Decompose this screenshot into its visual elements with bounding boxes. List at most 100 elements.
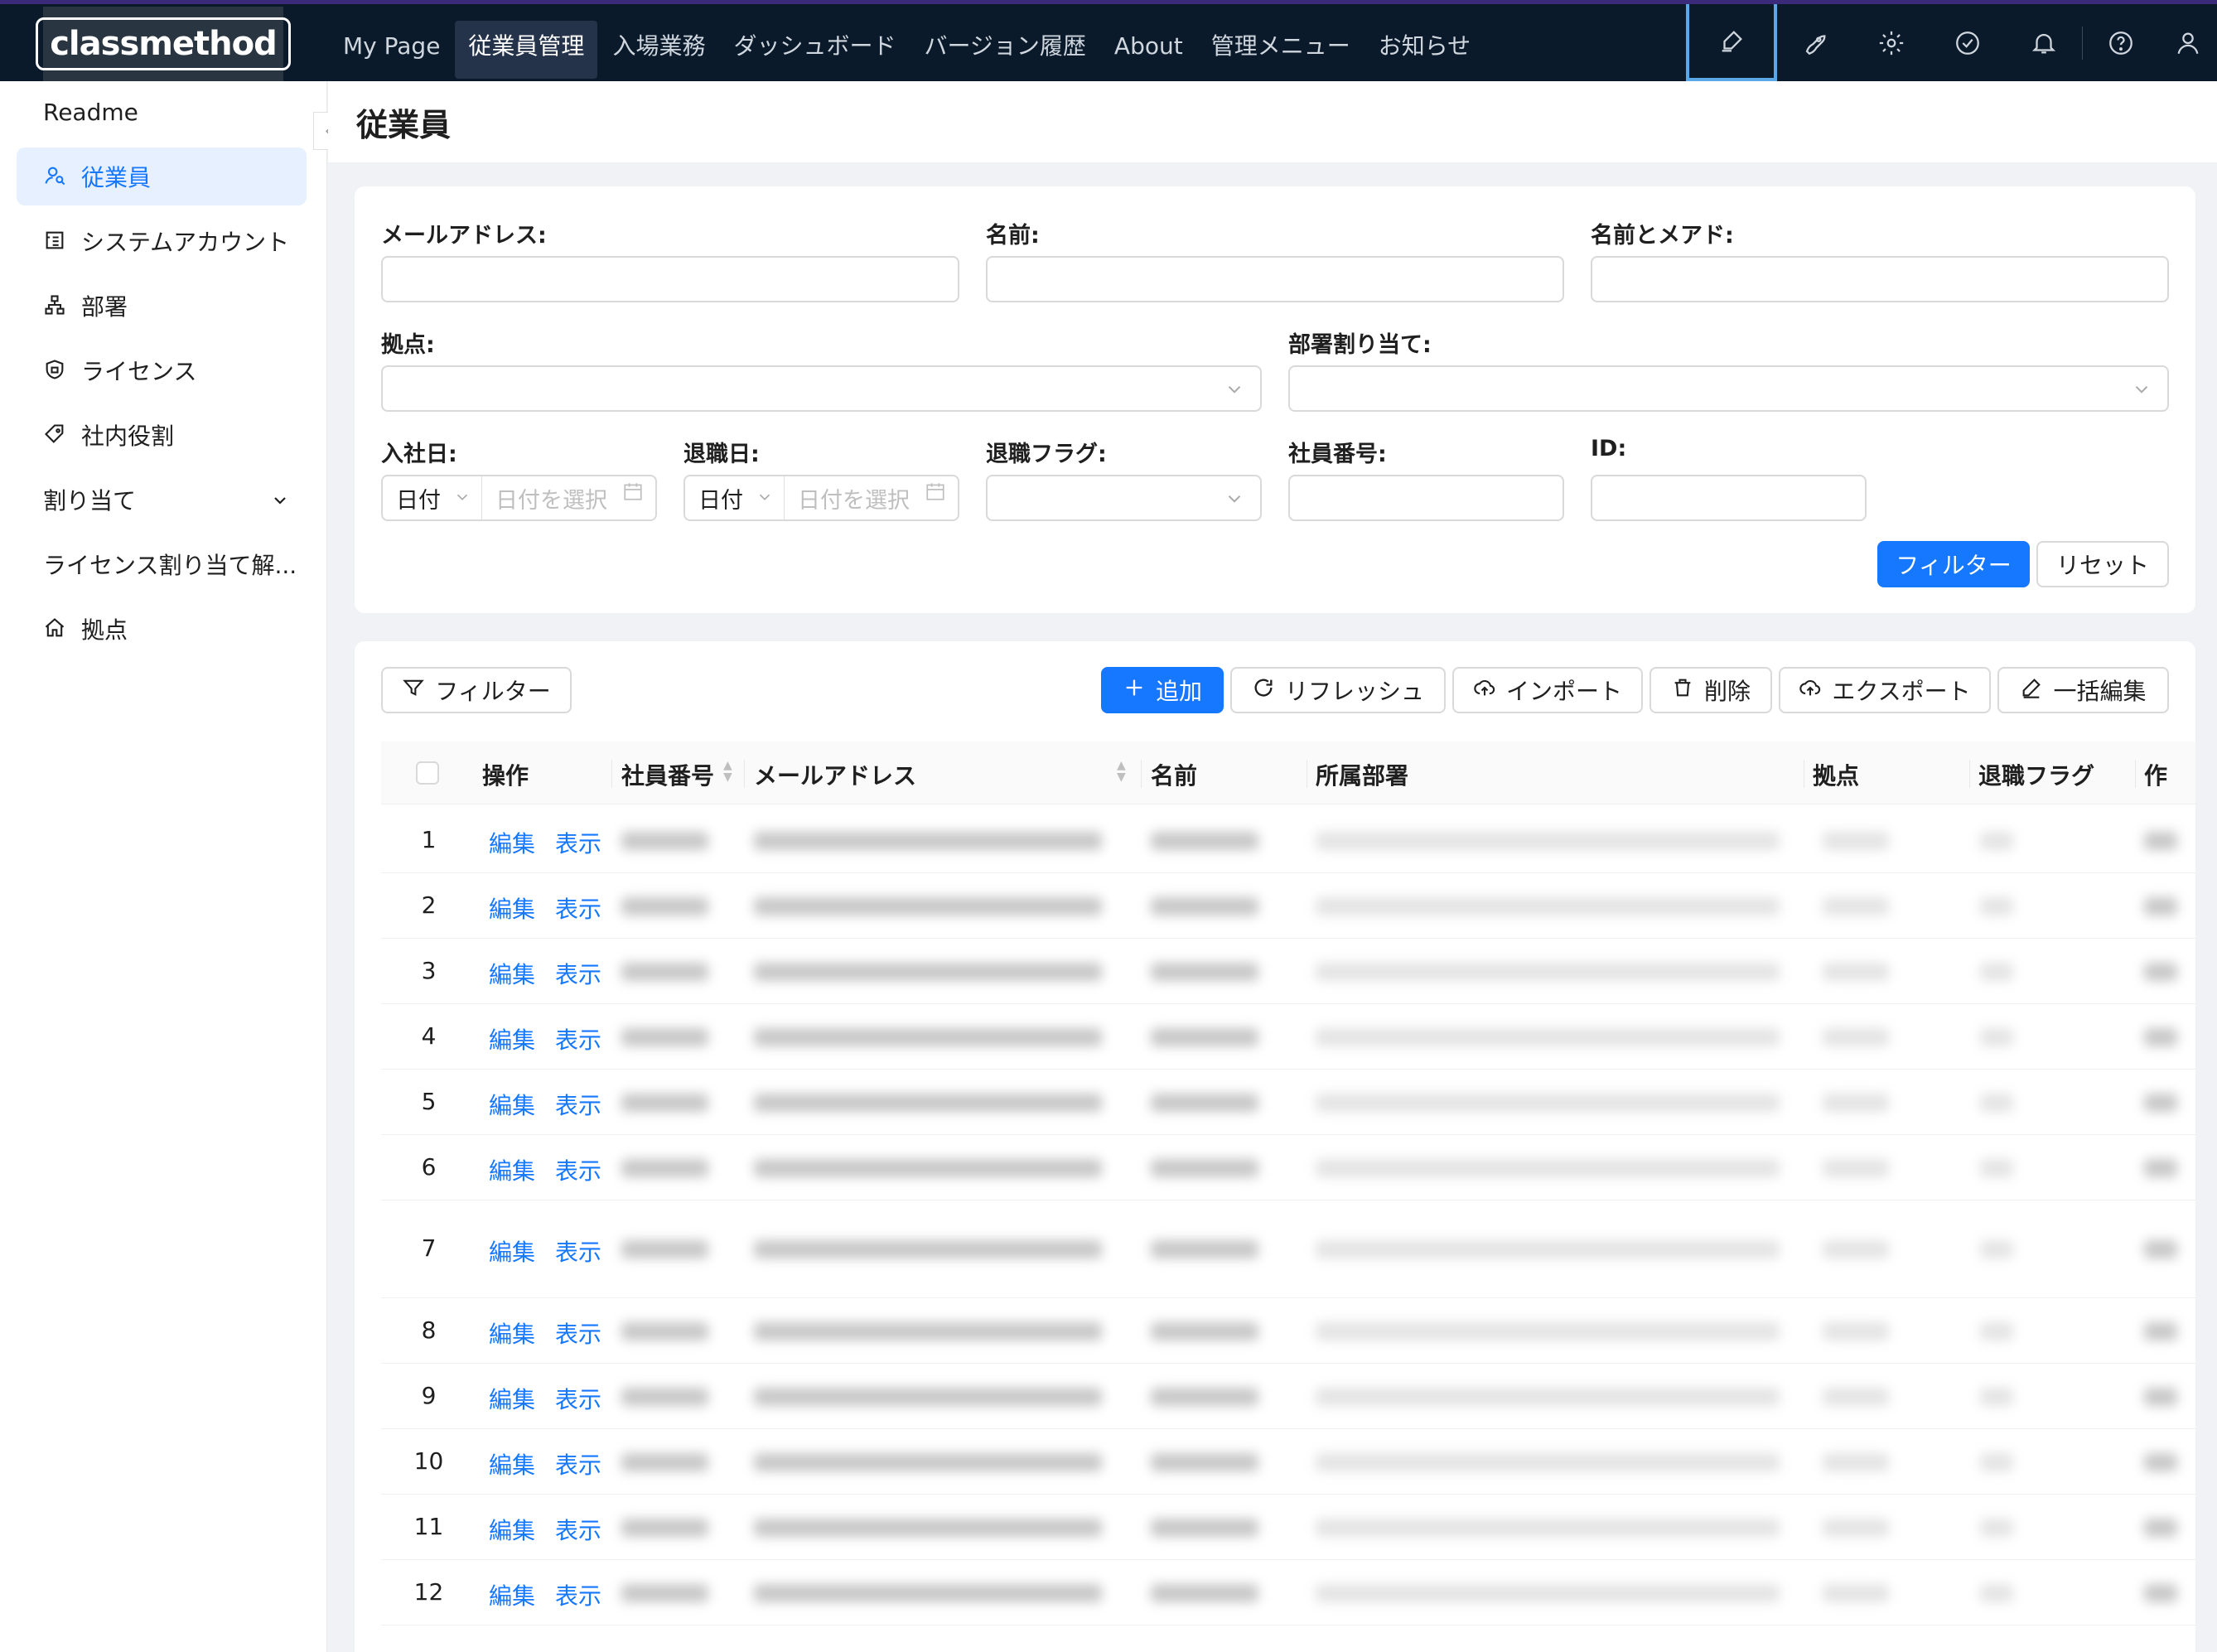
table-row: 8 編集 表示 — [381, 1298, 2195, 1364]
user-icon[interactable] — [2159, 4, 2217, 81]
check-circle-icon[interactable] — [1930, 4, 2006, 81]
nav-entry-work[interactable]: 入場業務 — [599, 21, 718, 79]
leave-date-mode-select[interactable]: 日付 — [685, 476, 785, 519]
redacted-cell — [1980, 1159, 2013, 1177]
cloud-upload-icon — [1473, 676, 1496, 705]
edit-link[interactable]: 編集 — [489, 1234, 535, 1268]
view-link[interactable]: 表示 — [555, 1234, 601, 1268]
nav-employee-management[interactable]: 従業員管理 — [455, 21, 598, 79]
sidebar-item-system-account[interactable]: システムアカウント — [17, 212, 307, 270]
redacted-cell — [2144, 1028, 2177, 1046]
leave-date-picker[interactable]: 日付 日付を選択 — [683, 475, 959, 521]
email-filter-input[interactable] — [381, 256, 959, 302]
col-employee-no[interactable]: 社員番号 — [621, 758, 714, 791]
view-link[interactable]: 表示 — [555, 1382, 601, 1415]
rocket-icon[interactable] — [1777, 4, 1853, 81]
import-label: インポート — [1505, 678, 1622, 705]
col-actions: 操作 — [482, 762, 529, 790]
edit-link[interactable]: 編集 — [489, 1447, 535, 1481]
chevron-down-icon — [1224, 488, 1245, 513]
name-email-filter-input[interactable] — [1591, 256, 2169, 302]
bulk-edit-button[interactable]: 一括編集 — [1997, 667, 2169, 713]
select-all-checkbox[interactable] — [416, 761, 439, 785]
retire-flag-select[interactable] — [986, 475, 1262, 521]
view-link[interactable]: 表示 — [555, 1088, 601, 1121]
nav-dashboard[interactable]: ダッシュボード — [720, 21, 909, 79]
sidebar-item-internal-roles[interactable]: 社内役割 — [17, 406, 307, 464]
redacted-cell — [1980, 1584, 2013, 1602]
nav-admin-menu[interactable]: 管理メニュー — [1198, 21, 1364, 79]
nav-version-history[interactable]: バージョン履歴 — [910, 21, 1099, 79]
emp-no-input[interactable] — [1288, 475, 1564, 521]
view-link[interactable]: 表示 — [555, 1022, 601, 1055]
view-link[interactable]: 表示 — [555, 826, 601, 859]
sidebar-item-departments[interactable]: 部署 — [17, 277, 307, 335]
view-link[interactable]: 表示 — [555, 1513, 601, 1546]
site-filter-select[interactable] — [381, 365, 1262, 412]
join-date-mode-select[interactable]: 日付 — [383, 476, 482, 519]
redacted-cell — [1980, 1094, 2013, 1112]
gear-icon[interactable] — [1853, 4, 1930, 81]
sidebar-item-employees[interactable]: 従業員 — [17, 147, 307, 205]
shield-icon — [43, 358, 68, 383]
edit-link[interactable]: 編集 — [489, 891, 535, 925]
nav-my-page[interactable]: My Page — [330, 21, 453, 79]
edit-link[interactable]: 編集 — [489, 1578, 535, 1611]
sidebar-item-license-unassign[interactable]: ライセンス割り当て解... — [17, 535, 307, 593]
edit-link[interactable]: 編集 — [489, 1513, 535, 1546]
date-placeholder: 日付を選択 — [495, 487, 607, 514]
edit-link[interactable]: 編集 — [489, 1153, 535, 1186]
view-link[interactable]: 表示 — [555, 1153, 601, 1186]
view-link[interactable]: 表示 — [555, 957, 601, 990]
sidebar-item-assignments[interactable]: 割り当て — [17, 471, 307, 529]
nav-about[interactable]: About — [1101, 21, 1196, 79]
view-link[interactable]: 表示 — [555, 891, 601, 925]
edit-link[interactable]: 編集 — [489, 1382, 535, 1415]
sidebar-item-readme[interactable]: Readme — [17, 83, 307, 141]
delete-button[interactable]: 削除 — [1649, 667, 1772, 713]
redacted-cell — [2144, 1453, 2177, 1471]
sidebar-item-sites[interactable]: 拠点 — [17, 600, 307, 658]
bell-icon[interactable] — [2006, 4, 2082, 81]
sort-icon[interactable]: ▲ ▼ — [723, 760, 732, 783]
id-label: ID: — [1591, 436, 1627, 461]
view-link[interactable]: 表示 — [555, 1316, 601, 1350]
highlighter-icon[interactable] — [1686, 4, 1777, 81]
table-row: 1 編集 表示 — [381, 808, 2195, 873]
redacted-cell — [1980, 897, 2013, 915]
redacted-cell — [1316, 1388, 1780, 1406]
edit-link[interactable]: 編集 — [489, 957, 535, 990]
logo[interactable]: classmethod — [36, 7, 291, 81]
sort-icon[interactable]: ▲ ▼ — [1117, 760, 1126, 783]
id-input[interactable] — [1591, 475, 1867, 521]
view-link[interactable]: 表示 — [555, 1578, 601, 1611]
edit-link[interactable]: 編集 — [489, 1088, 535, 1121]
toggle-filter-button[interactable]: フィルター — [381, 667, 572, 713]
row-number: 1 — [421, 826, 437, 853]
col-email[interactable]: メールアドレス — [754, 758, 916, 791]
add-button[interactable]: 追加 — [1101, 667, 1224, 713]
reset-filter-button[interactable]: リセット — [2036, 541, 2169, 587]
edit-link[interactable]: 編集 — [489, 826, 535, 859]
nav-notice[interactable]: お知らせ — [1365, 21, 1484, 79]
user-search-icon — [43, 164, 68, 189]
table-row: 12 編集 表示 — [381, 1560, 2195, 1625]
view-link[interactable]: 表示 — [555, 1447, 601, 1481]
edit-link[interactable]: 編集 — [489, 1022, 535, 1055]
leave-date-input[interactable]: 日付を選択 — [785, 482, 958, 514]
redacted-cell — [1316, 1240, 1780, 1258]
edit-link[interactable]: 編集 — [489, 1316, 535, 1350]
name-filter-input[interactable] — [986, 256, 1564, 302]
help-icon[interactable] — [2083, 4, 2159, 81]
sidebar-item-licenses[interactable]: ライセンス — [17, 341, 307, 399]
redacted-cell — [1151, 1388, 1258, 1406]
join-date-picker[interactable]: 日付 日付を選択 — [381, 475, 657, 521]
join-date-input[interactable]: 日付を選択 — [482, 482, 655, 514]
row-number: 5 — [421, 1088, 437, 1115]
refresh-button[interactable]: リフレッシュ — [1230, 667, 1446, 713]
import-button[interactable]: インポート — [1452, 667, 1643, 713]
export-button[interactable]: エクスポート — [1779, 667, 1991, 713]
dept-filter-select[interactable] — [1288, 365, 2169, 412]
redacted-cell — [754, 1388, 1102, 1406]
apply-filter-button[interactable]: フィルター — [1877, 541, 2030, 587]
